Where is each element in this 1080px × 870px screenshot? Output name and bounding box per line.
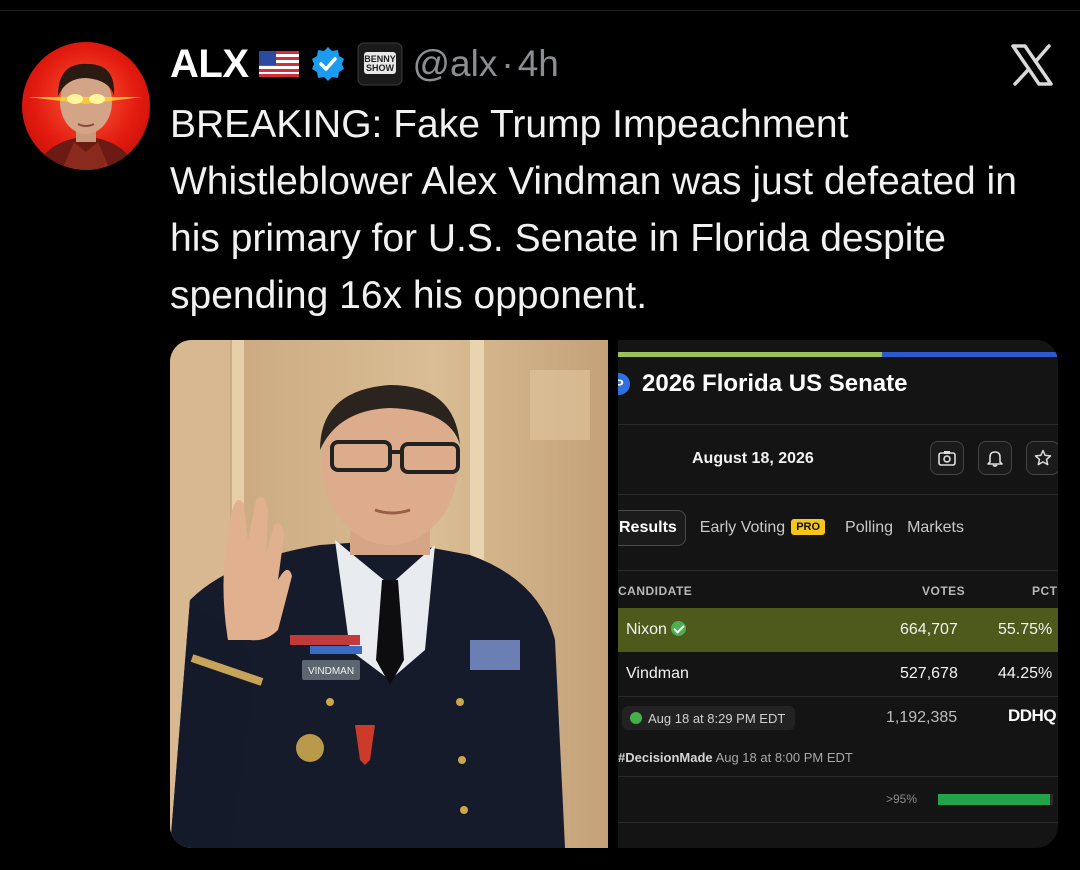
- total-votes: 1,192,385: [886, 709, 958, 726]
- reporting-label: >95%: [886, 792, 918, 806]
- live-dot-icon: [630, 712, 642, 724]
- nameplate-text: VINDMAN: [308, 666, 354, 677]
- tabs-top-divider: [618, 494, 1058, 495]
- tweet-media[interactable]: VINDMAN P 2026 Florida US Senate August …: [170, 340, 1058, 848]
- svg-text:SHOW: SHOW: [366, 63, 395, 73]
- source-logo: DDHQ: [1008, 706, 1057, 725]
- author-name[interactable]: ALX: [170, 42, 249, 87]
- progress-bar: [618, 352, 1058, 357]
- results-tabs: Results Early Voting PRO Polling Markets: [618, 510, 964, 546]
- header-divider: [618, 424, 1058, 425]
- site-logo-icon: P: [618, 373, 630, 395]
- totals-divider: [618, 696, 1058, 697]
- winner-check-icon: [670, 621, 686, 636]
- decision-note: #DecisionMade Aug 18 at 8:00 PM EDT: [618, 750, 853, 765]
- table-row[interactable]: Vindman 527,678 44.25%: [618, 652, 1058, 696]
- reporting-fill: [938, 794, 1050, 805]
- author-handle[interactable]: @alx · 4h: [413, 43, 559, 85]
- affiliate-badge-icon[interactable]: BENNY SHOW: [357, 42, 403, 86]
- candidate-pct: 55.75%: [998, 621, 1053, 638]
- star-icon: [1034, 449, 1052, 466]
- verified-badge-icon[interactable]: [309, 45, 347, 83]
- race-title: 2026 Florida US Senate: [642, 370, 908, 397]
- tweet-time: 4h: [517, 43, 559, 84]
- col-pct: PCT: [1032, 584, 1058, 598]
- col-candidate: CANDIDATE: [618, 584, 693, 598]
- camera-icon: [938, 451, 956, 466]
- us-flag-icon: [258, 51, 299, 77]
- candidate-votes: 664,707: [900, 621, 958, 638]
- hearing-photo-icon[interactable]: VINDMAN: [170, 340, 610, 848]
- avatar[interactable]: [22, 42, 150, 170]
- tweet-header: ALX BENNY SHOW @alx · 4h: [170, 40, 559, 88]
- tab-results[interactable]: Results: [618, 510, 686, 546]
- star-button[interactable]: [1026, 441, 1058, 475]
- bell-icon: [987, 451, 1003, 467]
- race-date: August 18, 2026: [692, 450, 814, 467]
- updated-pill: Aug 18 at 8:29 PM EDT: [622, 706, 796, 730]
- x-logo-icon: [1011, 44, 1053, 86]
- progress-fill: [618, 352, 882, 357]
- reporting-divider: [618, 776, 1058, 777]
- results-screenshot: P 2026 Florida US Senate August 18, 2026: [618, 340, 1058, 848]
- reporting-bar: [938, 794, 1053, 805]
- tweet-text: BREAKING: Fake Trump Impeachment Whistle…: [170, 103, 1017, 317]
- tab-early-voting[interactable]: Early Voting PRO: [700, 519, 826, 537]
- camera-button[interactable]: [930, 441, 964, 475]
- bottom-divider: [618, 822, 1058, 823]
- media-divider: [608, 340, 618, 848]
- avatar-portrait-icon: [28, 63, 142, 170]
- top-divider: [0, 10, 1080, 11]
- table-row-winner[interactable]: Nixon 664,707 55.75%: [618, 608, 1058, 652]
- tabs-bottom-divider: [618, 570, 1058, 571]
- candidate-name: Vindman: [626, 665, 689, 682]
- results-title-row: P 2026 Florida US Senate: [618, 370, 907, 398]
- pro-badge: PRO: [791, 519, 826, 535]
- tab-polling[interactable]: Polling: [845, 519, 893, 537]
- updated-time: Aug 18 at 8:29 PM EDT: [648, 710, 786, 726]
- candidate-votes: 527,678: [900, 665, 958, 682]
- candidate-pct: 44.25%: [998, 665, 1053, 682]
- bell-button[interactable]: [978, 441, 1012, 475]
- col-votes: VOTES: [922, 584, 966, 598]
- tab-markets[interactable]: Markets: [907, 519, 964, 537]
- candidate-name: Nixon: [626, 621, 686, 639]
